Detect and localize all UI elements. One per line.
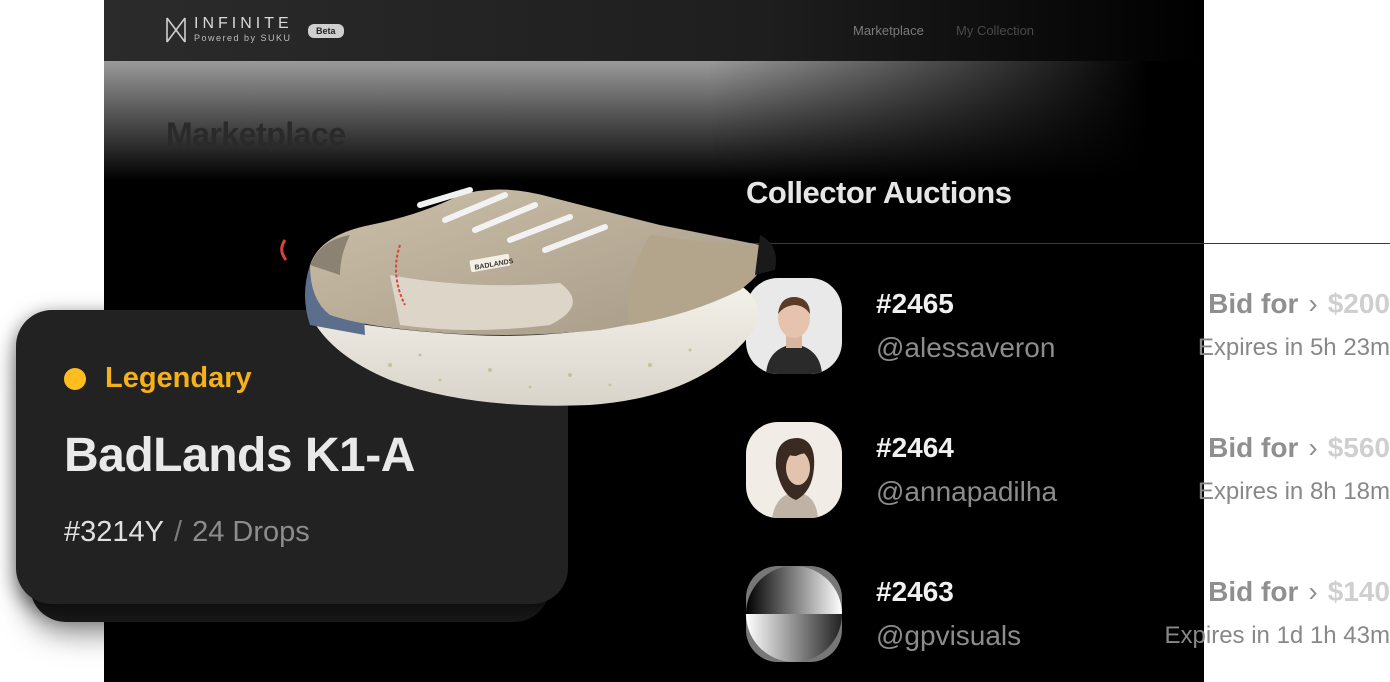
auction-row[interactable]: #2464 @annapadilha Bid for › $560 Expires … (746, 422, 1390, 522)
product-title: BadLands K1-A (64, 429, 415, 482)
bid-label: Bid for (1208, 288, 1299, 319)
auction-row[interactable]: #2463 @gpvisuals Bid for › $140 Expires in… (746, 566, 1390, 666)
top-navigation-bar: INFINITE Powered by SUKU Beta Marketplac… (104, 0, 1204, 61)
bid-price: $140 (1327, 576, 1390, 607)
lot-number: #2463 (876, 576, 954, 607)
nav-marketplace[interactable]: Marketplace (853, 23, 924, 38)
rarity-label: Legendary (105, 362, 252, 394)
meta-separator: / (174, 516, 183, 548)
person-portrait-icon (746, 422, 842, 518)
lot-number: #2464 (876, 432, 954, 463)
brand-name: INFINITE (194, 15, 293, 32)
bid-label: Bid for (1208, 576, 1299, 607)
chevron-right-icon: › (1308, 288, 1318, 319)
page-title: Marketplace (166, 116, 346, 152)
rarity-dot-icon (64, 368, 86, 390)
avatar[interactable] (746, 566, 842, 662)
collector-handle[interactable]: @gpvisuals (876, 620, 1021, 652)
expiry-time: Expires in 8h 18m (1197, 478, 1390, 505)
collector-handle[interactable]: @annapadilha (876, 476, 1057, 508)
section-divider (746, 243, 1390, 244)
brand-subtitle: Powered by SUKU (194, 33, 292, 43)
drops-count: 24 Drops (192, 516, 310, 548)
product-meta: #3214Y / 24 Drops (64, 516, 310, 549)
expiry-time: Expires in 5h 23m (1197, 334, 1390, 361)
auction-row[interactable]: #2465 @alessaveron Bid for › $200 Expires … (746, 278, 1390, 378)
bid-button[interactable]: Bid for › $200 (1208, 288, 1390, 320)
sneaker-image: BADLANDS (280, 187, 776, 406)
bid-button[interactable]: Bid for › $560 (1208, 432, 1390, 464)
infinite-logo-icon (166, 17, 186, 43)
bid-label: Bid for (1208, 432, 1299, 463)
chevron-right-icon: › (1308, 432, 1318, 463)
brand-block[interactable]: INFINITE Powered by SUKU (194, 15, 293, 43)
bid-price: $560 (1327, 432, 1390, 463)
expiry-time: Expires in 1d 1h 43m (1164, 622, 1390, 649)
avatar[interactable] (746, 422, 842, 518)
lot-number: #2465 (876, 288, 954, 319)
chevron-right-icon: › (1308, 576, 1318, 607)
beta-badge: Beta (308, 24, 344, 38)
nav-my-collection[interactable]: My Collection (956, 23, 1034, 38)
bid-price: $200 (1327, 288, 1390, 319)
gradient-abstract-icon (746, 566, 842, 662)
bid-button[interactable]: Bid for › $140 (1208, 576, 1390, 608)
product-id: #3214Y (64, 516, 164, 548)
collector-handle[interactable]: @alessaveron (876, 332, 1055, 364)
